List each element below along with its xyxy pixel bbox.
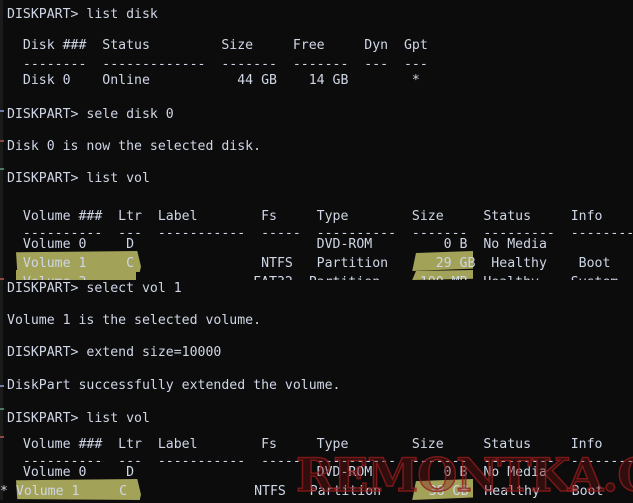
disk-table-row-disk0: Disk 0 Online 44 GB 14 GB *: [7, 73, 420, 88]
splice-seam-7: [0, 436, 4, 438]
console-line-sele-disk-cmd: DISKPART> sele disk 0: [7, 107, 174, 122]
console-line-list-vol-cmd-2: DISKPART> list vol: [7, 411, 150, 426]
splice-seam-1: [0, 110, 4, 112]
diskpart-console-window[interactable]: DISKPART> list disk Disk ### Status Size…: [0, 0, 633, 503]
window-left-edge: [0, 0, 3, 503]
splice-seam-3: [0, 168, 4, 170]
console-line-select-vol-cmd: DISKPART> select vol 1: [7, 281, 182, 296]
splice-seam-2: [0, 140, 4, 142]
console-line-list-disk-cmd: DISKPART> list disk: [7, 7, 158, 22]
console-line-extend-cmd: DISKPART> extend size=10000: [7, 345, 222, 360]
console-line-list-vol-cmd-1: DISKPART> list vol: [7, 171, 150, 186]
console-line-disk-selected: Disk 0 is now the selected disk.: [7, 139, 262, 154]
console-line-extend-ok: DiskPart successfully extended the volum…: [7, 378, 341, 393]
splice-seam-6: [0, 408, 4, 410]
console-line-volume-selected: Volume 1 is the selected volume.: [7, 313, 262, 328]
splice-seam-5: [0, 385, 4, 387]
